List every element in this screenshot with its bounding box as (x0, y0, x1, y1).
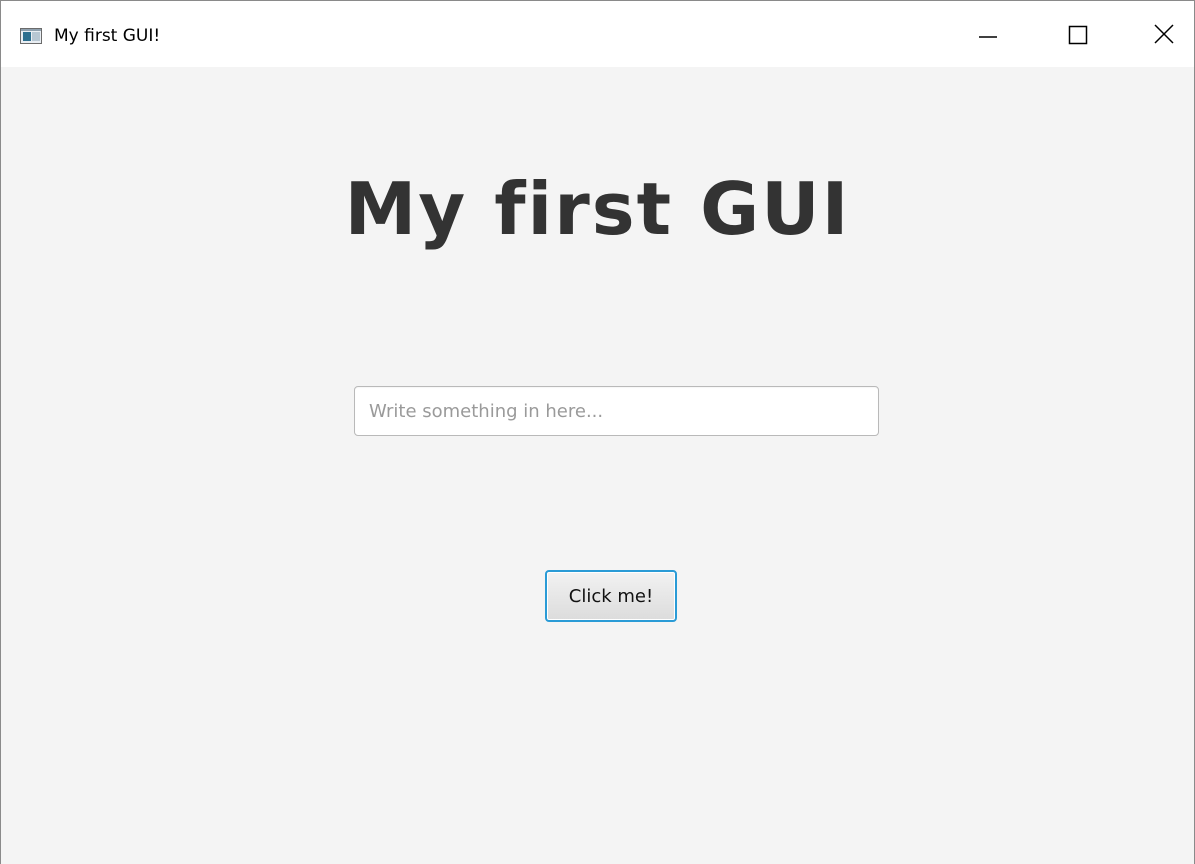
page-title: My first GUI (344, 167, 851, 251)
text-input[interactable] (354, 386, 879, 436)
window-title: My first GUI! (54, 26, 161, 46)
app-window: My first GUI! My first GUI Click me! (0, 0, 1195, 864)
close-button[interactable] (1141, 11, 1187, 57)
title-bar[interactable]: My first GUI! (1, 1, 1194, 67)
maximize-button[interactable] (1054, 11, 1100, 57)
app-window-icon (20, 28, 42, 44)
minimize-button[interactable] (963, 11, 1009, 57)
minimize-icon (979, 36, 997, 38)
click-me-button[interactable]: Click me! (545, 570, 677, 622)
close-icon (1154, 24, 1174, 44)
maximize-icon (1068, 25, 1088, 45)
